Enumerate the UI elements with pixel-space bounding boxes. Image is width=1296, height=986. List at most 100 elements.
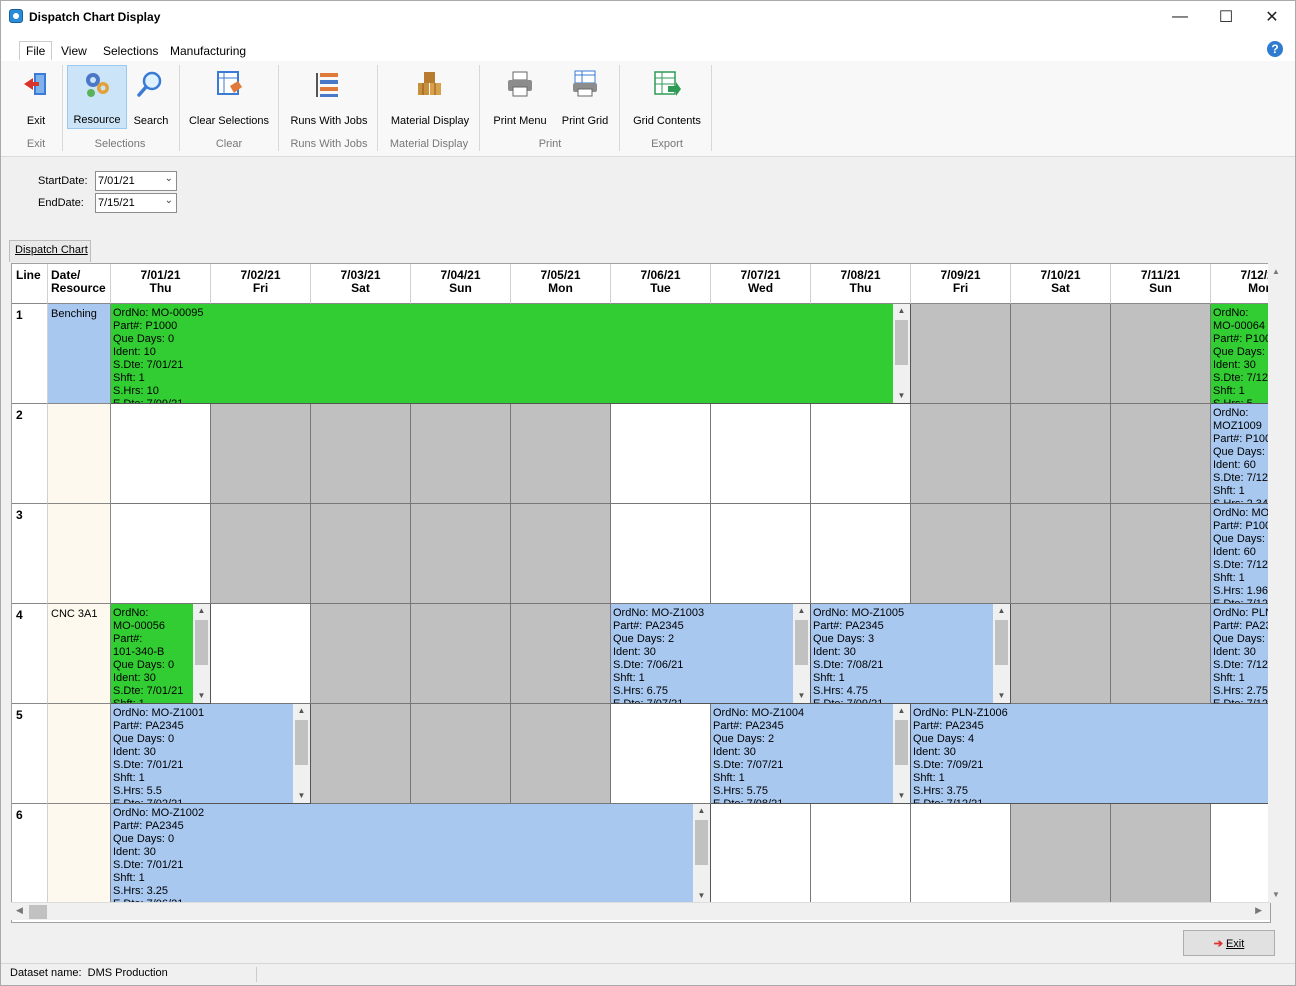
job-block[interactable]: OrdNo: MO-00064 Part#: P1000 Que Days: 0… (1211, 304, 1270, 404)
chevron-down-icon[interactable]: ▼ (893, 789, 910, 803)
print-menu-button[interactable]: Print Menu (489, 65, 551, 129)
job-scrollbar[interactable]: ▲ ▼ (893, 304, 910, 403)
help-icon[interactable]: ? (1267, 41, 1283, 57)
menu-selections[interactable]: Selections (103, 44, 158, 58)
chevron-down-icon[interactable]: ▼ (793, 689, 810, 703)
job-block[interactable]: OrdNo: MO-Z1003 Part#: PA2345 Que Days: … (611, 604, 811, 704)
chevron-up-icon[interactable]: ▲ (893, 704, 910, 718)
runs-with-jobs-button[interactable]: Runs With Jobs (287, 65, 371, 129)
calendar-cell[interactable] (1211, 804, 1270, 904)
scroll-thumb[interactable] (195, 620, 208, 665)
calendar-cell-offday[interactable] (1011, 304, 1111, 404)
job-block[interactable]: OrdNo: MO-Z1002 Part#: PA2345 Que Days: … (111, 804, 711, 904)
calendar-cell-offday[interactable] (411, 704, 511, 804)
scroll-up-icon[interactable]: ▲ (1272, 267, 1280, 276)
calendar-cell-offday[interactable] (311, 704, 411, 804)
scroll-thumb[interactable] (29, 905, 47, 919)
chevron-down-icon[interactable]: ▼ (193, 689, 210, 703)
calendar-cell[interactable] (711, 404, 811, 504)
calendar-cell-offday[interactable] (411, 504, 511, 604)
calendar-cell[interactable] (611, 704, 711, 804)
chevron-up-icon[interactable]: ▲ (893, 304, 910, 318)
calendar-cell-offday[interactable] (1111, 304, 1211, 404)
calendar-cell-offday[interactable] (311, 604, 411, 704)
scroll-thumb[interactable] (895, 320, 908, 365)
scroll-left-icon[interactable]: ◀ (16, 905, 23, 916)
job-block[interactable]: OrdNo: MOZ1009 Part#: P1000 Que Days: 0 … (1211, 404, 1270, 504)
scroll-thumb[interactable] (895, 720, 908, 765)
grid-horizontal-scrollbar[interactable]: ◀ ▶ (11, 902, 1270, 920)
job-block[interactable]: OrdNo: MO-Z1005 Part#: PA2345 Que Days: … (811, 604, 1011, 704)
calendar-cell[interactable] (211, 604, 311, 704)
close-button[interactable]: ✕ (1249, 1, 1295, 33)
job-block[interactable]: OrdNo: MO-00095 Part#: P1000 Que Days: 0… (111, 304, 911, 404)
menu-view[interactable]: View (61, 44, 87, 58)
job-scrollbar[interactable]: ▲ ▼ (193, 604, 210, 703)
job-scrollbar[interactable]: ▲ ▼ (993, 604, 1010, 703)
scroll-thumb[interactable] (295, 720, 308, 765)
calendar-cell-offday[interactable] (411, 604, 511, 704)
menu-file[interactable]: File (19, 41, 53, 60)
scroll-thumb[interactable] (695, 820, 708, 865)
resource-button[interactable]: Resource (67, 65, 127, 129)
calendar-cell-offday[interactable] (411, 404, 511, 504)
calendar-cell-offday[interactable] (1111, 404, 1211, 504)
menu-manufacturing[interactable]: Manufacturing (170, 44, 246, 58)
calendar-cell[interactable] (611, 504, 711, 604)
job-scrollbar[interactable]: ▲ ▼ (893, 704, 910, 803)
calendar-cell-offday[interactable] (1111, 604, 1211, 704)
job-scrollbar[interactable]: ▲ ▼ (693, 804, 710, 903)
grid-vertical-scrollbar[interactable]: ▲ ▼ (1268, 263, 1284, 903)
calendar-cell[interactable] (811, 804, 911, 904)
calendar-cell-offday[interactable] (311, 504, 411, 604)
calendar-cell-offday[interactable] (1011, 404, 1111, 504)
chevron-up-icon[interactable]: ▲ (793, 604, 810, 618)
calendar-cell-offday[interactable] (311, 404, 411, 504)
chevron-down-icon[interactable]: ▼ (993, 689, 1010, 703)
print-grid-button[interactable]: Print Grid (557, 65, 613, 129)
calendar-cell[interactable] (611, 404, 711, 504)
chevron-up-icon[interactable]: ▲ (293, 704, 310, 718)
chevron-down-icon[interactable]: ▼ (693, 889, 710, 903)
calendar-cell-offday[interactable] (511, 704, 611, 804)
calendar-cell-offday[interactable] (211, 404, 311, 504)
calendar-cell-offday[interactable] (1011, 604, 1111, 704)
calendar-cell-offday[interactable] (911, 504, 1011, 604)
calendar-cell-offday[interactable] (211, 504, 311, 604)
scroll-thumb[interactable] (795, 620, 808, 665)
calendar-cell[interactable] (111, 504, 211, 604)
job-block[interactable]: OrdNo: PLN-Z1007 Part#: PA2345 Que Days:… (1211, 604, 1270, 704)
calendar-cell-offday[interactable] (1111, 504, 1211, 604)
end-date-picker[interactable]: 7/15/21 ⌄ (95, 193, 177, 213)
calendar-cell-offday[interactable] (1011, 804, 1111, 904)
start-date-picker[interactable]: 7/01/21 ⌄ (95, 171, 177, 191)
job-block[interactable]: OrdNo: MO-Z1001 Part#: PA2345 Que Days: … (111, 704, 311, 804)
scroll-thumb[interactable] (995, 620, 1008, 665)
calendar-cell-offday[interactable] (511, 504, 611, 604)
maximize-button[interactable]: ☐ (1203, 1, 1249, 33)
exit-button[interactable]: ➔ Exit (1183, 930, 1275, 956)
clear-selections-button[interactable]: Clear Selections (187, 65, 271, 129)
calendar-cell[interactable] (711, 504, 811, 604)
calendar-cell-offday[interactable] (911, 304, 1011, 404)
calendar-cell-offday[interactable] (911, 404, 1011, 504)
scroll-right-icon[interactable]: ▶ (1255, 905, 1262, 916)
calendar-cell[interactable] (911, 804, 1011, 904)
job-scrollbar[interactable]: ▲ ▼ (293, 704, 310, 803)
job-block[interactable]: OrdNo: MOZ1010 Part#: P1000 Que Days: 0 … (1211, 504, 1270, 604)
calendar-cell[interactable] (111, 404, 211, 504)
calendar-cell-offday[interactable] (511, 604, 611, 704)
job-block[interactable]: OrdNo: MO-00056 Part#: 101-340-B Que Day… (111, 604, 211, 704)
chevron-down-icon[interactable]: ▼ (893, 389, 910, 403)
chevron-up-icon[interactable]: ▲ (993, 604, 1010, 618)
calendar-cell-offday[interactable] (1011, 504, 1111, 604)
calendar-cell[interactable] (811, 504, 911, 604)
job-scrollbar[interactable]: ▲ ▼ (793, 604, 810, 703)
job-block[interactable]: OrdNo: PLN-Z1006 Part#: PA2345 Que Days:… (911, 704, 1270, 804)
exit-ribbon-button[interactable]: Exit (13, 65, 59, 129)
chevron-down-icon[interactable]: ⌄ (165, 195, 173, 206)
calendar-cell-offday[interactable] (511, 404, 611, 504)
calendar-cell[interactable] (811, 404, 911, 504)
job-block[interactable]: OrdNo: MO-Z1004 Part#: PA2345 Que Days: … (711, 704, 911, 804)
tab-dispatch-chart[interactable]: Dispatch Chart (9, 240, 91, 262)
